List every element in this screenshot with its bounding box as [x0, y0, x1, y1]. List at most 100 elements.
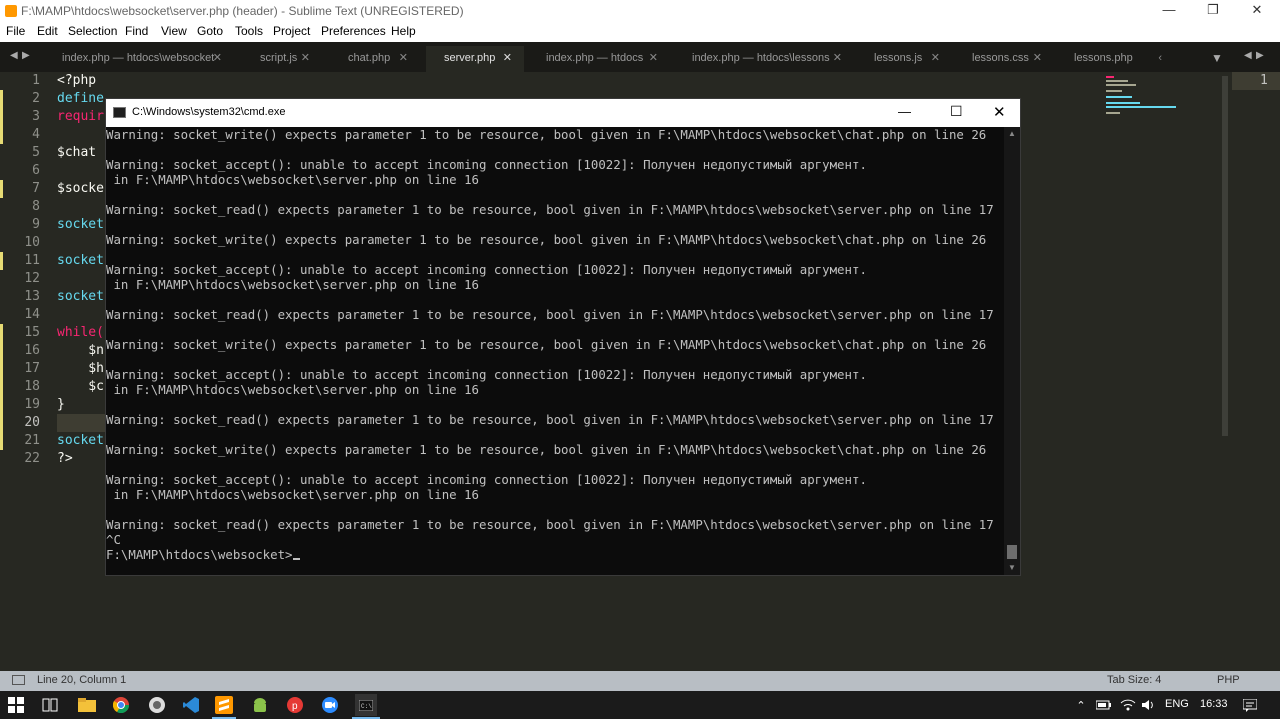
tab-close-icon[interactable]: ✕: [503, 46, 512, 70]
line-number: 19: [24, 397, 40, 412]
tab-next-arrow-icon[interactable]: ▶: [22, 50, 30, 61]
menu-preferences[interactable]: Preferences: [321, 24, 386, 38]
line-number: 14: [24, 307, 40, 322]
tab-close-icon[interactable]: ✕: [1033, 46, 1042, 70]
zoom-icon[interactable]: [320, 695, 340, 715]
tab-close-icon[interactable]: ✕: [399, 46, 408, 70]
menu-bar: File Edit Selection Find View Goto Tools…: [0, 22, 1280, 42]
tab-prev-arrow-icon[interactable]: ◀: [10, 50, 18, 61]
show-hidden-icons[interactable]: ⌃: [1071, 695, 1091, 715]
tab-lessons-js[interactable]: lessons.js ✕: [856, 46, 952, 72]
cmd-title-bar[interactable]: C:\Windows\system32\cmd.exe — ☐ ✕: [106, 99, 1020, 127]
syntax-mode[interactable]: PHP: [1217, 674, 1240, 686]
minimize-button[interactable]: —: [1146, 0, 1192, 22]
menu-help[interactable]: Help: [391, 24, 416, 38]
tab-close-icon[interactable]: ✕: [213, 46, 222, 70]
tab-prev-arrow-icon[interactable]: ◀: [1244, 50, 1252, 61]
cmd-output-line: in F:\MAMP\htdocs\websocket\server.php o…: [106, 382, 479, 397]
volume-icon[interactable]: [1139, 695, 1159, 715]
line-number: 2: [32, 91, 40, 106]
app-p-icon[interactable]: p: [285, 695, 305, 715]
cmd-output-line: in F:\MAMP\htdocs\websocket\server.php o…: [106, 172, 479, 187]
cmd-cursor: [292, 558, 300, 560]
title-bar: F:\MAMP\htdocs\websocket\server.php (hea…: [0, 0, 1280, 22]
tab-dropdown-icon[interactable]: ▼: [1211, 51, 1223, 65]
file-explorer-icon[interactable]: [77, 695, 97, 715]
tab-label: index.php — htdocs: [546, 52, 644, 64]
tab-next-arrow-icon[interactable]: ▶: [1256, 50, 1264, 61]
vscode-icon[interactable]: [181, 695, 201, 715]
tab-index-lessons[interactable]: index.php — htdocs\lessons ✕: [674, 46, 854, 72]
tab-close-icon[interactable]: ‹: [1158, 46, 1162, 70]
line-number: 16: [24, 343, 40, 358]
cmd-taskbar-icon[interactable]: C:\: [355, 694, 377, 716]
cmd-maximize-button[interactable]: ☐: [950, 103, 963, 120]
clock[interactable]: 16:33: [1200, 698, 1228, 710]
menu-selection[interactable]: Selection: [68, 24, 117, 38]
tab-size[interactable]: Tab Size: 4: [1107, 674, 1161, 686]
input-language[interactable]: ENG: [1165, 698, 1189, 710]
menu-project[interactable]: Project: [273, 24, 310, 38]
wifi-icon[interactable]: [1118, 695, 1138, 715]
cmd-scroll-thumb[interactable]: [1007, 545, 1017, 559]
notifications-icon[interactable]: [1240, 695, 1260, 715]
tab-label: script.js: [260, 52, 298, 64]
line-number: 20: [24, 415, 40, 430]
cmd-minimize-button[interactable]: —: [898, 104, 911, 119]
cmd-output-line: Warning: socket_read() expects parameter…: [106, 202, 994, 217]
cmd-close-button[interactable]: ✕: [993, 103, 1006, 121]
battery-icon[interactable]: [1094, 695, 1114, 715]
tab-index-htdocs[interactable]: index.php — htdocs ✕: [528, 46, 670, 72]
menu-tools[interactable]: Tools: [235, 24, 263, 38]
sublime-text-icon[interactable]: [215, 696, 233, 714]
tab-lessons-php[interactable]: lessons.php ‹: [1056, 46, 1174, 72]
tab-close-icon[interactable]: ✕: [833, 46, 842, 70]
cmd-window[interactable]: C:\Windows\system32\cmd.exe — ☐ ✕ Warnin…: [105, 98, 1021, 576]
tab-label: chat.php: [348, 52, 391, 64]
scroll-up-icon[interactable]: ▲: [1008, 129, 1016, 138]
tab-index-websocket[interactable]: index.php — htdocs\websocket ✕: [44, 46, 234, 72]
tab-close-icon[interactable]: ✕: [649, 46, 658, 70]
menu-goto[interactable]: Goto: [197, 24, 223, 38]
chrome-icon[interactable]: [111, 695, 131, 715]
tab-close-icon[interactable]: ✕: [301, 46, 310, 70]
browser-icon[interactable]: [147, 695, 167, 715]
line-number: 3: [32, 109, 40, 124]
tab-label: index.php — htdocs\websocket: [62, 52, 215, 64]
tab-lessons-css[interactable]: lessons.css ✕: [954, 46, 1054, 72]
line-number: 5: [32, 145, 40, 160]
tab-close-icon[interactable]: ✕: [931, 46, 940, 70]
menu-edit[interactable]: Edit: [37, 24, 58, 38]
scroll-down-icon[interactable]: ▼: [1008, 563, 1016, 572]
cmd-output-line: Warning: socket_write() expects paramete…: [106, 442, 987, 457]
editor-scrollbar[interactable]: [1222, 76, 1228, 436]
tab-label: server.php: [444, 52, 496, 64]
menu-view[interactable]: View: [161, 24, 187, 38]
minimap[interactable]: [1104, 74, 1184, 124]
cmd-output-line: Warning: socket_accept(): unable to acce…: [106, 472, 867, 487]
tab-script-js[interactable]: script.js ✕: [242, 46, 322, 72]
status-bar: Line 20, Column 1 Tab Size: 4 PHP: [0, 671, 1280, 691]
start-icon[interactable]: [6, 695, 26, 715]
cursor-position: Line 20, Column 1: [37, 674, 127, 686]
cmd-prompt[interactable]: F:\MAMP\htdocs\websocket>: [106, 547, 1004, 562]
svg-text:C:\: C:\: [361, 703, 372, 710]
cmd-scrollbar[interactable]: ▲ ▼: [1004, 127, 1020, 575]
cmd-output[interactable]: Warning: socket_write() expects paramete…: [106, 127, 1004, 575]
line-number: 21: [24, 433, 40, 448]
tab-server-php[interactable]: server.php ✕: [426, 46, 524, 72]
task-view-icon[interactable]: [40, 695, 60, 715]
menu-find[interactable]: Find: [125, 24, 148, 38]
android-icon[interactable]: [250, 695, 270, 715]
close-button[interactable]: ✕: [1234, 0, 1280, 22]
tab-label: lessons.php: [1074, 52, 1133, 64]
maximize-button[interactable]: ❐: [1190, 0, 1236, 22]
tab-bar: ◀ ▶ index.php — htdocs\websocket ✕ script…: [0, 42, 1280, 72]
line-number: 22: [24, 451, 40, 466]
cmd-output-line: Warning: socket_write() expects paramete…: [106, 232, 987, 247]
tab-chat-php[interactable]: chat.php ✕: [330, 46, 420, 72]
panel-toggle-icon[interactable]: [12, 675, 25, 685]
menu-file[interactable]: File: [6, 24, 25, 38]
cmd-output-line: [106, 187, 1004, 202]
cmd-output-line: [106, 142, 1004, 157]
